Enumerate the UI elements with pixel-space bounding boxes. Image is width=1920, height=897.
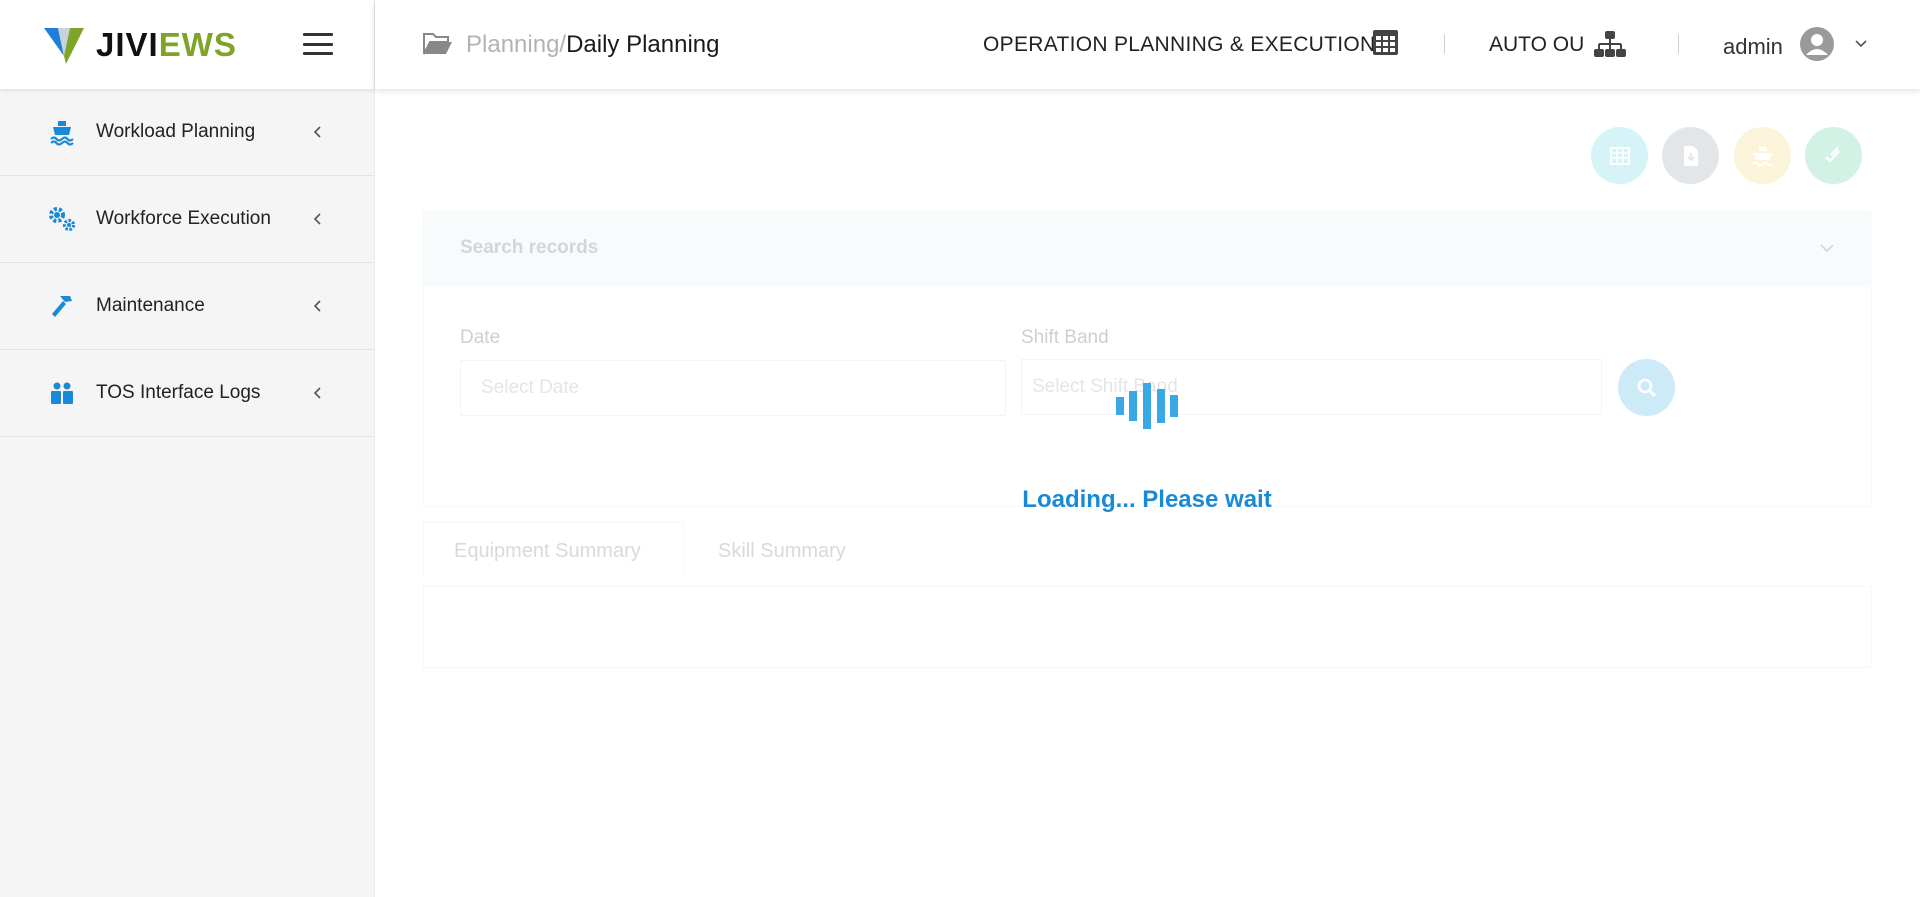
date-field[interactable]: Select Date xyxy=(460,360,1006,416)
hammer-icon xyxy=(47,291,77,321)
double-check-icon xyxy=(1824,146,1840,163)
chevron-down-icon[interactable] xyxy=(1819,242,1835,254)
chevron-left-icon xyxy=(313,300,321,312)
top-header: Planning/Daily Planning OPERATION PLANNI… xyxy=(375,0,1920,89)
sidebar-item-label: Workload Planning xyxy=(96,121,256,142)
gears-icon xyxy=(47,204,77,234)
approve-button[interactable] xyxy=(1805,127,1862,184)
vessel-button[interactable] xyxy=(1734,127,1791,184)
sidebar-item-tos-interface-logs[interactable]: TOS Interface Logs xyxy=(0,350,374,437)
module-title[interactable]: OPERATION PLANNING & EXECUTION xyxy=(983,33,1376,57)
chevron-left-icon xyxy=(313,387,321,399)
sidebar-item-label: TOS Interface Logs xyxy=(96,382,261,403)
tab-content xyxy=(423,586,1872,668)
chevron-left-icon xyxy=(313,126,321,138)
breadcrumb-parent[interactable]: Planning/ xyxy=(466,31,566,58)
table-icon xyxy=(1609,146,1630,165)
search-panel: Search records Date Select Date Shift Ba… xyxy=(423,211,1872,507)
tab-equipment-summary[interactable]: Equipment Summary xyxy=(454,540,641,563)
grid-icon[interactable] xyxy=(1372,29,1399,56)
header-divider xyxy=(1444,34,1445,54)
header-divider xyxy=(1678,34,1679,54)
hamburger-menu-icon[interactable] xyxy=(303,33,333,55)
user-avatar-icon[interactable] xyxy=(1800,27,1834,61)
sidebar-item-label: Maintenance xyxy=(96,295,205,316)
sidebar-item-workload-planning[interactable]: Workload Planning xyxy=(0,89,374,176)
sidebar-item-maintenance[interactable]: Maintenance xyxy=(0,263,374,350)
chevron-left-icon xyxy=(313,213,321,225)
shift-band-label: Shift Band xyxy=(1021,327,1109,348)
folder-open-icon xyxy=(423,33,452,55)
loading-text: Loading... Please wait xyxy=(1022,486,1272,513)
shift-band-select[interactable]: Select Shift Band xyxy=(1021,359,1602,415)
sidebar-item-label: Workforce Execution xyxy=(96,208,271,229)
sidebar-item-workforce-execution[interactable]: Workforce Execution xyxy=(0,176,374,263)
tab-skill-summary[interactable]: Skill Summary xyxy=(718,540,846,563)
table-view-button[interactable] xyxy=(1591,127,1648,184)
logo-icon xyxy=(44,27,84,64)
export-button[interactable] xyxy=(1662,127,1719,184)
search-button[interactable] xyxy=(1618,359,1675,416)
users-box-icon xyxy=(47,378,77,408)
org-chart-icon[interactable] xyxy=(1593,30,1627,58)
ship-icon xyxy=(47,117,77,147)
search-icon xyxy=(1637,378,1656,397)
sidebar: JIVIEWS Workload Planning Workforce Exec… xyxy=(0,0,375,897)
user-name[interactable]: admin xyxy=(1723,34,1783,60)
brand-name: JIVIEWS xyxy=(96,25,237,63)
loading-spinner-icon xyxy=(1116,383,1178,429)
search-panel-title: Search records xyxy=(460,237,599,258)
ship-icon xyxy=(1751,146,1774,166)
date-label: Date xyxy=(460,327,501,348)
breadcrumb-current: Daily Planning xyxy=(566,31,720,58)
ou-label[interactable]: AUTO OU xyxy=(1489,33,1584,57)
file-download-icon xyxy=(1683,145,1698,166)
brand-bar: JIVIEWS xyxy=(0,0,374,89)
chevron-down-icon[interactable] xyxy=(1854,38,1868,50)
breadcrumb: Planning/Daily Planning xyxy=(466,31,720,59)
search-panel-header[interactable]: Search records xyxy=(424,212,1871,287)
